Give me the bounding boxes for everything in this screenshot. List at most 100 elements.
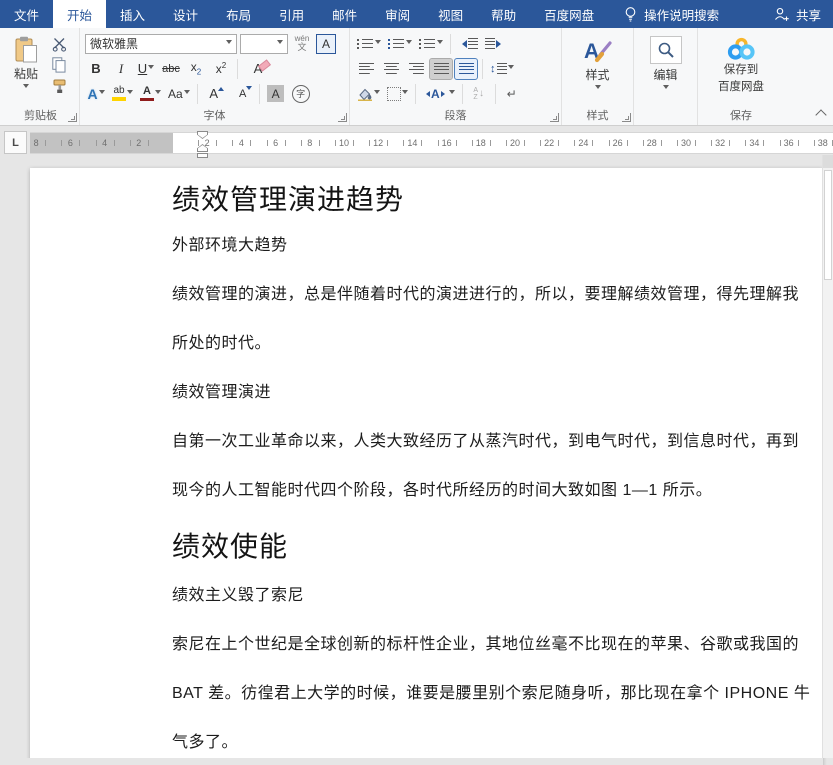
copy-button[interactable]	[49, 56, 69, 74]
strikethrough-button[interactable]: abc	[160, 59, 182, 79]
cut-button[interactable]	[49, 35, 69, 53]
tab-layout[interactable]: 布局	[212, 0, 265, 28]
tab-mailings[interactable]: 邮件	[318, 0, 371, 28]
chevron-down-icon	[184, 90, 190, 97]
scrollbar-thumb[interactable]	[824, 170, 832, 280]
sort-button[interactable]: AZ ↓	[468, 84, 490, 104]
change-case-button[interactable]: Aa	[166, 84, 192, 104]
divider	[415, 84, 416, 104]
tab-view[interactable]: 视图	[424, 0, 477, 28]
chevron-down-icon	[148, 65, 154, 72]
ruler-tick	[114, 140, 115, 146]
ruler-tick	[524, 140, 525, 146]
ruler-number: 28	[647, 138, 657, 148]
shrink-font-button[interactable]: A	[232, 84, 254, 104]
multilevel-list-button[interactable]	[417, 34, 445, 54]
doc-paragraph-line[interactable]: 索尼在上个世纪是全球创新的标杆性企业，其地位丝毫不比现在的苹果、谷歌或我国的	[172, 635, 823, 655]
tab-file[interactable]: 文件	[0, 0, 53, 28]
styles-dialog-launcher-icon[interactable]	[622, 113, 631, 122]
tab-stop-selector[interactable]: L	[4, 131, 27, 154]
grow-font-icon: A	[209, 86, 218, 101]
tab-help[interactable]: 帮助	[477, 0, 530, 28]
tell-me-search[interactable]: 操作说明搜索	[624, 0, 719, 28]
numbered-list-button[interactable]	[386, 34, 414, 54]
doc-heading[interactable]: 绩效使能	[172, 530, 823, 564]
distribute-button[interactable]	[455, 59, 477, 79]
tab-review[interactable]: 审阅	[371, 0, 424, 28]
font-size-combobox[interactable]	[240, 34, 288, 54]
font-name-combobox[interactable]: 微软雅黑	[85, 34, 237, 54]
left-indent-marker[interactable]	[197, 153, 208, 158]
save-to-baidu-button[interactable]: 保存到 百度网盘	[701, 31, 781, 95]
doc-paragraph-line[interactable]: 绩效管理演进	[172, 383, 823, 403]
page[interactable]: 绩效管理演进趋势外部环境大趋势绩效管理的演进，总是伴随着时代的演进进行的，所以，…	[30, 168, 823, 765]
ruler-tick	[216, 140, 217, 146]
increase-indent-button[interactable]	[483, 34, 507, 54]
phonetic-guide-button[interactable]: wén 文	[291, 34, 313, 54]
editing-button[interactable]: 编辑	[637, 31, 694, 92]
decrease-indent-button[interactable]	[456, 34, 480, 54]
paste-button[interactable]: 粘贴	[5, 31, 47, 95]
character-border-icon: A	[322, 37, 330, 51]
ruler-tick	[627, 140, 628, 146]
font-dialog-launcher-icon[interactable]	[338, 113, 347, 122]
doc-paragraph-line[interactable]: BAT 差。彷徨君上大学的时候，谁要是腰里别个索尼随身听，那比现在拿个 IPHO…	[172, 684, 823, 704]
chevron-down-icon	[437, 40, 443, 47]
doc-paragraph-line[interactable]: 所处的时代。	[172, 334, 823, 354]
tab-design[interactable]: 设计	[159, 0, 212, 28]
ruler-tick	[232, 140, 233, 146]
asian-layout-button[interactable]: A	[421, 84, 457, 104]
ruler-tick	[250, 140, 251, 146]
format-painter-button[interactable]	[49, 77, 69, 95]
align-right-button[interactable]	[405, 59, 427, 79]
doc-paragraph-line[interactable]: 绩效主义毁了索尼	[172, 586, 823, 606]
collapse-ribbon-icon[interactable]	[815, 109, 826, 120]
clear-formatting-button[interactable]: A	[247, 59, 269, 79]
shading-button[interactable]	[355, 84, 382, 104]
doc-paragraph-line[interactable]: 气多了。	[172, 733, 823, 753]
vertical-scrollbar[interactable]	[822, 155, 833, 758]
styles-group: A 样式 样式	[562, 28, 634, 125]
change-case-icon: Aa	[168, 87, 183, 101]
tab-baidu-netdisk[interactable]: 百度网盘	[530, 0, 608, 28]
character-border-button[interactable]: A	[316, 34, 336, 54]
grow-font-button[interactable]: A	[203, 84, 225, 104]
borders-button[interactable]	[385, 84, 410, 104]
underline-button[interactable]: U	[135, 59, 157, 79]
decrease-indent-icon	[458, 40, 467, 48]
superscript-button[interactable]: x2	[210, 59, 232, 79]
bullet-list-button[interactable]	[355, 34, 383, 54]
paragraph-dialog-launcher-icon[interactable]	[550, 113, 559, 122]
italic-button[interactable]: I	[110, 59, 132, 79]
ruler-tick	[45, 140, 46, 146]
tab-home[interactable]: 开始	[53, 0, 106, 28]
tab-references[interactable]: 引用	[265, 0, 318, 28]
share-button[interactable]: 共享	[774, 0, 821, 28]
chevron-down-icon	[23, 84, 29, 91]
text-highlight-button[interactable]: ab	[110, 84, 135, 104]
bullet-list-icon	[357, 38, 374, 49]
doc-paragraph-line[interactable]: 外部环境大趋势	[172, 236, 823, 256]
character-shading-button[interactable]: A	[265, 84, 287, 104]
align-center-button[interactable]	[380, 59, 402, 79]
font-color-button[interactable]: A	[138, 84, 163, 104]
enclose-characters-button[interactable]: 字	[290, 84, 312, 104]
styles-button[interactable]: A 样式	[565, 31, 630, 92]
align-left-button[interactable]	[355, 59, 377, 79]
show-marks-button[interactable]: ↵	[501, 84, 523, 104]
doc-paragraph-line[interactable]: 绩效管理的演进，总是伴随着时代的演进进行的，所以，要理解绩效管理，得先理解我	[172, 285, 823, 305]
copy-icon	[52, 57, 66, 73]
clipboard-dialog-launcher-icon[interactable]	[68, 113, 77, 122]
ruler-number: 10	[339, 138, 349, 148]
bold-button[interactable]: B	[85, 59, 107, 79]
doc-heading[interactable]: 绩效管理演进趋势	[172, 183, 823, 217]
tab-insert[interactable]: 插入	[106, 0, 159, 28]
text-effects-button[interactable]: A	[85, 84, 107, 104]
line-spacing-button[interactable]: ↕	[488, 59, 516, 79]
ruler-number: 14	[407, 138, 417, 148]
doc-paragraph-line[interactable]: 现今的人工智能时代四个阶段，各时代所经历的时间大致如图 1—1 所示。	[172, 481, 823, 501]
doc-paragraph-line[interactable]: 自第一次工业革命以来，人类大致经历了从蒸汽时代，到电气时代，到信息时代，再到	[172, 432, 823, 452]
justify-button[interactable]	[430, 59, 452, 79]
subscript-button[interactable]: x2	[185, 59, 207, 79]
font-name-value: 微软雅黑	[90, 35, 138, 52]
